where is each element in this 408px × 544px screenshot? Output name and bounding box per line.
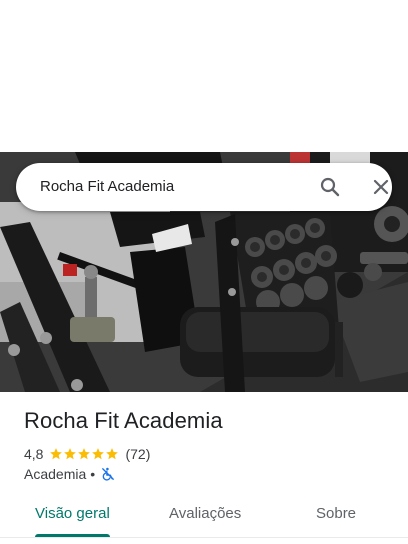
- star-icon: [50, 448, 63, 460]
- tabs-divider: [0, 537, 408, 538]
- rating-value: 4,8: [24, 446, 44, 462]
- tab-about[interactable]: Sobre: [316, 505, 356, 522]
- star-icon: [106, 448, 119, 460]
- place-category: Academia: [24, 466, 87, 482]
- search-bar[interactable]: Rocha Fit Academia: [16, 163, 392, 211]
- review-count[interactable]: (72): [125, 446, 150, 462]
- place-title: Rocha Fit Academia: [24, 408, 223, 433]
- star-icon: [78, 448, 91, 460]
- search-input[interactable]: Rocha Fit Academia: [40, 178, 174, 195]
- tab-overview[interactable]: Visão geral: [35, 505, 110, 522]
- star-icon: [64, 448, 77, 460]
- star-rating: [49, 447, 119, 461]
- separator-dot: •: [90, 466, 96, 482]
- star-icon: [92, 448, 105, 460]
- not-wheelchair-accessible-icon: [101, 467, 115, 481]
- rating-row[interactable]: 4,8 (72): [24, 445, 150, 463]
- place-tabs: Visão geral Avaliações Sobre: [0, 494, 408, 538]
- category-row: Academia •: [24, 465, 115, 483]
- search-icon[interactable]: [318, 175, 342, 199]
- close-icon[interactable]: [369, 175, 393, 199]
- tab-reviews[interactable]: Avaliações: [169, 505, 241, 522]
- map-blank-area: [0, 0, 408, 152]
